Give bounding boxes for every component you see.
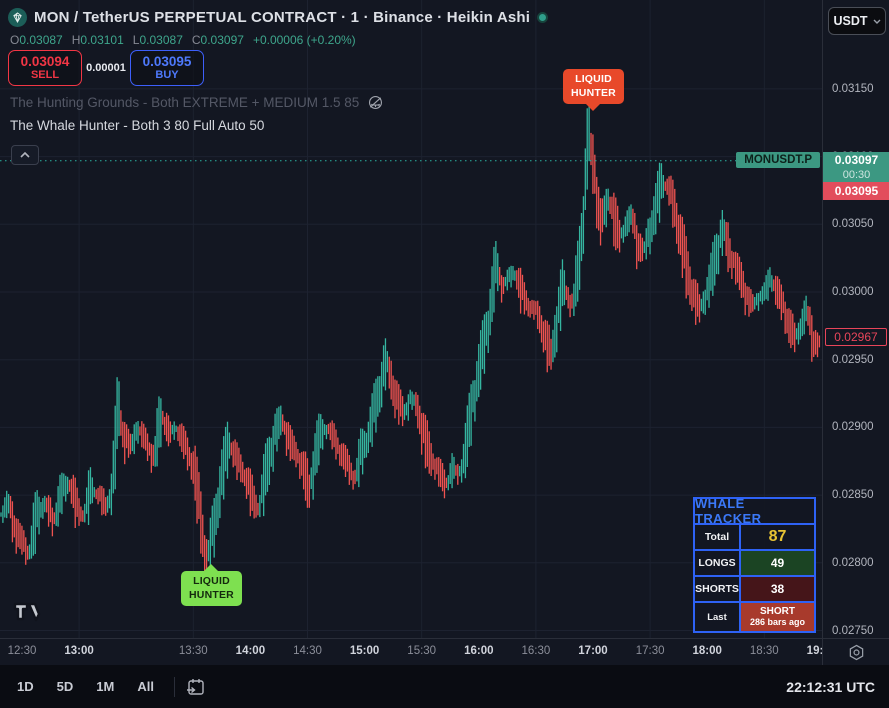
time-tick: 13:30 bbox=[179, 645, 208, 657]
chevron-down-icon bbox=[873, 19, 881, 24]
calendar-arrow-icon bbox=[185, 676, 207, 698]
time-tick: 15:00 bbox=[350, 645, 379, 657]
time-tick: 16:30 bbox=[522, 645, 551, 657]
market-status-dot-icon[interactable] bbox=[537, 12, 548, 23]
time-tick: 17:30 bbox=[636, 645, 665, 657]
time-tick: 14:00 bbox=[236, 645, 265, 657]
buy-label: BUY bbox=[155, 69, 178, 82]
time-tick: 18:30 bbox=[750, 645, 779, 657]
time-tick: 14:30 bbox=[293, 645, 322, 657]
last-bars-ago: 286 bars ago bbox=[750, 618, 805, 627]
shorts-value: 38 bbox=[741, 577, 814, 601]
last-price-value: 0.03097 bbox=[823, 152, 889, 169]
buy-button[interactable]: 0.03095 BUY bbox=[130, 50, 204, 86]
close-value: 0.03097 bbox=[201, 33, 244, 47]
trade-buttons: 0.03094 SELL 0.00001 0.03095 BUY bbox=[8, 50, 204, 86]
sell-button[interactable]: 0.03094 SELL bbox=[8, 50, 82, 86]
last-price-label[interactable]: 0.03097 00:30 bbox=[823, 152, 889, 183]
last-label: Last bbox=[695, 603, 741, 631]
time-tick: 12:30 bbox=[8, 645, 37, 657]
time-tick: 15:30 bbox=[407, 645, 436, 657]
price-tick: 0.03150 bbox=[832, 83, 874, 95]
change-value: +0.00006 (+0.20%) bbox=[253, 33, 356, 47]
table-row: LONGS 49 bbox=[695, 551, 814, 577]
range-button-5d[interactable]: 5D bbox=[49, 674, 82, 699]
shorts-label: SHORTS bbox=[695, 577, 741, 601]
ask-price-label[interactable]: 0.03095 bbox=[823, 182, 889, 200]
go-to-date-button[interactable] bbox=[185, 676, 207, 698]
time-tick: 17:00 bbox=[578, 645, 607, 657]
total-label: Total bbox=[695, 525, 741, 549]
liquid-hunter-callout-bottom[interactable]: LIQUID HUNTER bbox=[181, 571, 242, 606]
price-axis[interactable]: USDT 0.031500.031000.030500.030000.02950… bbox=[822, 0, 889, 638]
low-value: 0.03087 bbox=[139, 33, 182, 47]
callout-line: HUNTER bbox=[571, 87, 616, 101]
spread-value: 0.00001 bbox=[82, 62, 130, 74]
symbol-logo-icon bbox=[8, 8, 27, 27]
price-tick: 0.03000 bbox=[832, 286, 874, 298]
open-value: 0.03087 bbox=[19, 33, 62, 47]
indicator-label[interactable]: The Hunting Grounds - Both EXTREME + MED… bbox=[10, 95, 359, 110]
sell-label: SELL bbox=[31, 69, 59, 82]
bar-countdown: 00:30 bbox=[823, 169, 889, 183]
currency-dropdown-button[interactable]: USDT bbox=[828, 7, 886, 35]
axis-settings-button[interactable] bbox=[822, 639, 889, 666]
table-row: Total 87 bbox=[695, 525, 814, 551]
range-button-1d[interactable]: 1D bbox=[9, 674, 42, 699]
eye-slash-icon[interactable] bbox=[367, 95, 384, 110]
table-row: SHORTS 38 bbox=[695, 577, 814, 603]
indicator-label[interactable]: The Whale Hunter - Both 3 80 Full Auto 5… bbox=[10, 118, 264, 133]
high-value: 0.03101 bbox=[80, 33, 123, 47]
time-tick: 18:00 bbox=[692, 645, 721, 657]
time-tick: 16:00 bbox=[464, 645, 493, 657]
time-tick-container: 12:30 13:00 13:30 14:00 14:30 15:00 15:30 16:00… bbox=[0, 639, 822, 666]
indicator-legend-whale-hunter[interactable]: The Whale Hunter - Both 3 80 Full Auto 5… bbox=[10, 118, 264, 133]
range-button-all[interactable]: All bbox=[129, 674, 162, 699]
price-tick: 0.02750 bbox=[832, 625, 874, 637]
symbol-title[interactable]: MON / TetherUS PERPETUAL CONTRACT · 1 · … bbox=[34, 9, 530, 26]
price-tick: 0.02850 bbox=[832, 489, 874, 501]
time-tick: 19:00 bbox=[807, 645, 822, 657]
whale-tracker-panel[interactable]: WHALE TRACKER Total 87 LONGS 49 SHORTS 3… bbox=[693, 497, 816, 633]
alert-price-label[interactable]: 0.02967 bbox=[825, 328, 887, 346]
whale-tracker-title: WHALE TRACKER bbox=[695, 499, 814, 525]
chart-plot-area[interactable]: MON / TetherUS PERPETUAL CONTRACT · 1 · … bbox=[0, 0, 822, 638]
hexagon-settings-icon bbox=[848, 644, 865, 661]
time-tick: 13:00 bbox=[64, 645, 93, 657]
symbol-price-tag[interactable]: MONUSDT.P bbox=[736, 152, 820, 168]
indicator-legend-hunting-grounds[interactable]: The Hunting Grounds - Both EXTREME + MED… bbox=[10, 95, 384, 110]
time-axis[interactable]: 12:30 13:00 13:30 14:00 14:30 15:00 15:30 16:00… bbox=[0, 638, 889, 665]
total-value: 87 bbox=[741, 525, 814, 549]
bottom-toolbar: 1D 5D 1M All 22:12:31 UTC bbox=[0, 665, 889, 708]
longs-label: LONGS bbox=[695, 551, 741, 575]
clock-utc[interactable]: 22:12:31 UTC bbox=[786, 679, 875, 695]
range-button-1m[interactable]: 1M bbox=[88, 674, 122, 699]
callout-line: LIQUID bbox=[189, 575, 234, 589]
open-key: O bbox=[10, 33, 19, 47]
table-row: Last SHORT 286 bars ago bbox=[695, 603, 814, 631]
ohlc-legend: O0.03087 H0.03101 L0.03087 C0.03097 +0.0… bbox=[10, 33, 356, 47]
price-tick: 0.02800 bbox=[832, 557, 874, 569]
liquid-hunter-callout-top[interactable]: LIQUID HUNTER bbox=[563, 69, 624, 104]
price-tick: 0.02900 bbox=[832, 421, 874, 433]
trading-app-window: MON / TetherUS PERPETUAL CONTRACT · 1 · … bbox=[0, 0, 889, 708]
callout-line: LIQUID bbox=[571, 73, 616, 87]
symbol-header[interactable]: MON / TetherUS PERPETUAL CONTRACT · 1 · … bbox=[8, 8, 548, 27]
buy-price: 0.03095 bbox=[143, 54, 192, 70]
longs-value: 49 bbox=[741, 551, 814, 575]
collapse-legend-button[interactable] bbox=[11, 145, 39, 165]
currency-label: USDT bbox=[833, 14, 867, 28]
callout-line: HUNTER bbox=[189, 589, 234, 603]
divider bbox=[174, 677, 175, 697]
price-tick: 0.02950 bbox=[832, 354, 874, 366]
close-key: C bbox=[192, 33, 201, 47]
sell-price: 0.03094 bbox=[21, 54, 70, 70]
price-tick: 0.03050 bbox=[832, 218, 874, 230]
last-direction: SHORT bbox=[760, 607, 795, 618]
last-value: SHORT 286 bars ago bbox=[741, 603, 814, 631]
tradingview-logo-icon[interactable] bbox=[13, 601, 43, 628]
